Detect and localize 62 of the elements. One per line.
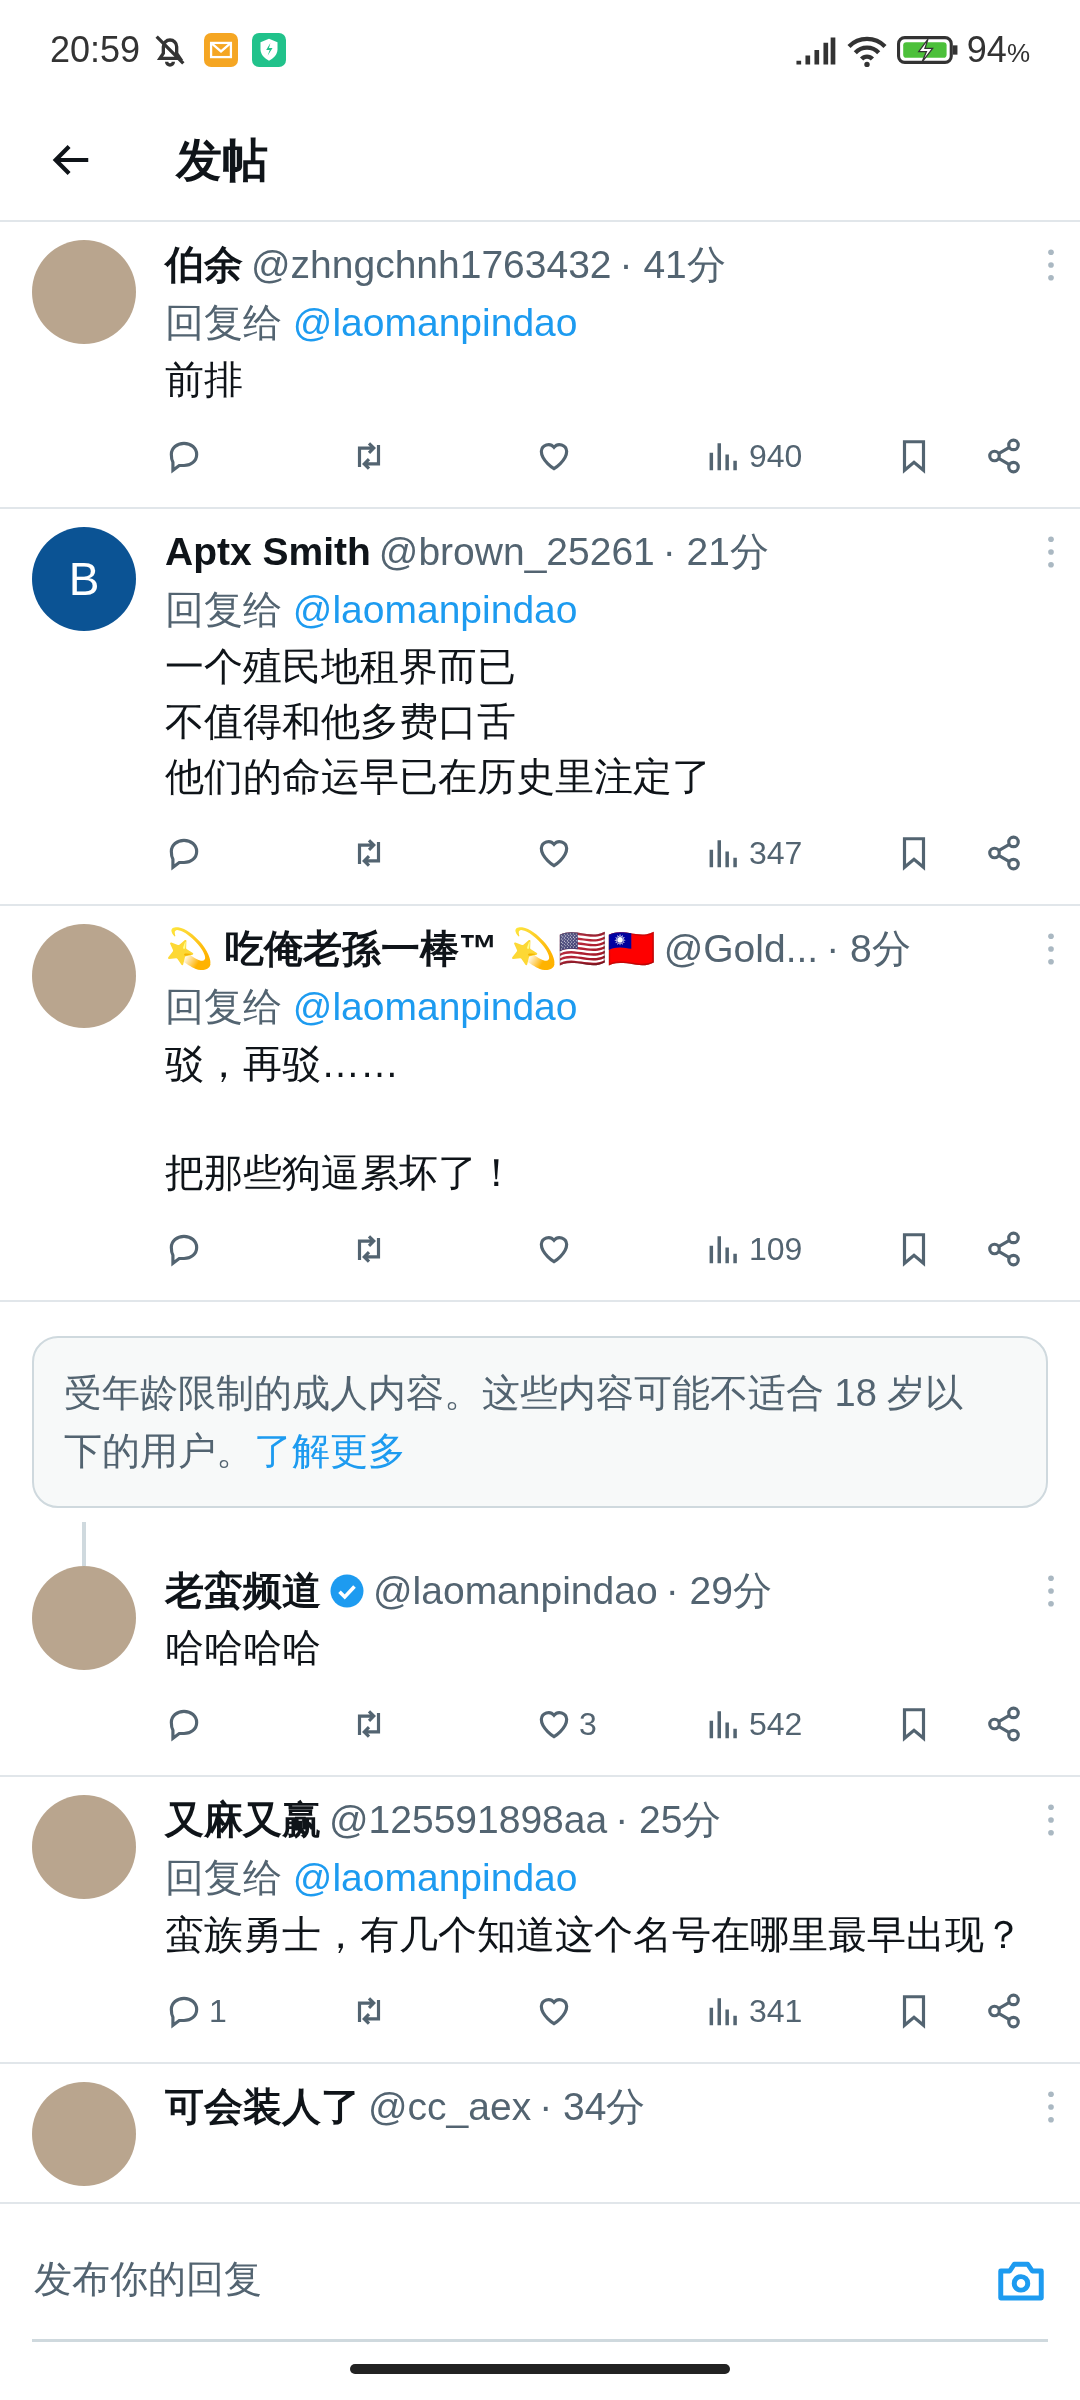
author-name: 伯余 bbox=[165, 242, 243, 288]
author-handle: @zhngchnh1763432 bbox=[251, 242, 612, 288]
more-dots-icon bbox=[1046, 535, 1056, 569]
reply-to-line: 回复给 @laomanpindao bbox=[165, 587, 579, 633]
views-button[interactable]: 341 bbox=[705, 1987, 803, 2035]
post-time: · 41分 bbox=[619, 242, 726, 288]
share-icon bbox=[985, 1992, 1023, 2030]
more-dots-icon bbox=[1046, 1803, 1056, 1837]
like-button[interactable]: 3 bbox=[535, 1700, 597, 1748]
mail-app-icon bbox=[204, 33, 239, 67]
author-name: Aptx Smith bbox=[165, 529, 371, 575]
share-icon bbox=[985, 1230, 1023, 1268]
post-text: 驳，再驳…… bbox=[165, 1041, 400, 1087]
views-button[interactable]: 347 bbox=[705, 829, 803, 877]
views-button[interactable]: 109 bbox=[705, 1225, 803, 1273]
post-time: · 34分 bbox=[539, 2084, 646, 2130]
notice-text: 受年龄限制的成人内容。这些内容可能不适合 18 岁以下的用户。了解更多 bbox=[64, 1371, 965, 1474]
more-dots-icon bbox=[1046, 2090, 1056, 2124]
post-text: 哈哈哈哈 bbox=[165, 1625, 322, 1671]
post-time: · 21分 bbox=[662, 529, 769, 575]
shield-app-icon bbox=[252, 33, 287, 67]
views-button[interactable]: 940 bbox=[705, 432, 803, 480]
author-name: 可会装人了 bbox=[165, 2084, 360, 2130]
author-name: 又麻又赢 bbox=[165, 1797, 321, 1843]
author-handle: @cc_aex bbox=[368, 2084, 532, 2130]
reply-to-line: 回复给 @laomanpindao bbox=[165, 1855, 579, 1901]
share-icon bbox=[985, 437, 1023, 475]
share-icon bbox=[985, 834, 1023, 872]
author-handle: @laomanpindao bbox=[373, 1568, 658, 1614]
share-icon bbox=[985, 1705, 1023, 1743]
more-dots-icon bbox=[1046, 1574, 1056, 1608]
post-text: 蛮族勇士，有几个知道这个名号在哪里最早出现？ bbox=[165, 1912, 1024, 1958]
share-button[interactable] bbox=[985, 1705, 1023, 1743]
more-dots-icon bbox=[1046, 932, 1056, 966]
reply-button[interactable]: 1 bbox=[165, 1987, 227, 2035]
post-time: · 25分 bbox=[615, 1797, 722, 1843]
more-dots-icon bbox=[1046, 248, 1056, 282]
share-button[interactable] bbox=[985, 437, 1023, 475]
author-name: 老蛮频道 bbox=[165, 1568, 321, 1614]
views-button[interactable]: 542 bbox=[705, 1700, 803, 1748]
reply-input-field[interactable]: 发布你的回复 bbox=[32, 2250, 994, 2309]
battery-charging-icon bbox=[896, 34, 959, 66]
post-time: · 29分 bbox=[665, 1568, 772, 1614]
reply-to-line: 回复给 @laomanpindao bbox=[165, 300, 579, 346]
author-handle: @brown_25261 bbox=[378, 529, 655, 575]
post-time: · 8分 bbox=[826, 926, 911, 972]
post-text: 一个殖民地租界而已 bbox=[165, 644, 517, 690]
share-button[interactable] bbox=[985, 834, 1023, 872]
post-text: 前排 bbox=[165, 357, 244, 403]
post-text: 把那些狗逼累坏了！ bbox=[165, 1150, 517, 1196]
reply-to-line: 回复给 @laomanpindao bbox=[165, 984, 579, 1030]
share-button[interactable] bbox=[985, 1230, 1023, 1268]
page-title: 发帖 bbox=[176, 132, 268, 188]
author-name: 💫 吃俺老孫一棒™ 💫🇺🇸🇹🇼 bbox=[165, 926, 656, 972]
battery-percent: 94% bbox=[966, 28, 1030, 72]
post-text: 不值得和他多费口舌 bbox=[165, 699, 517, 745]
author-handle: @125591898aa bbox=[329, 1797, 608, 1843]
avatar[interactable]: B bbox=[32, 527, 136, 631]
post-text: 他们的命运早已在历史里注定了 bbox=[165, 754, 712, 800]
status-time: 20:59 bbox=[50, 28, 141, 72]
author-handle: @Gold... bbox=[663, 926, 819, 972]
share-button[interactable] bbox=[985, 1992, 1023, 2030]
